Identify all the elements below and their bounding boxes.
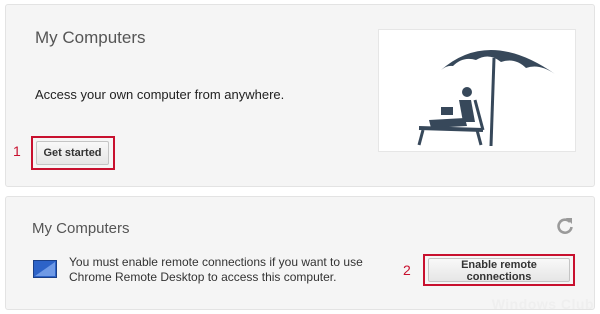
refresh-icon[interactable] xyxy=(556,217,574,235)
get-started-button[interactable]: Get started xyxy=(36,141,109,165)
annotation-number-2: 2 xyxy=(403,262,411,278)
annotation-number-1: 1 xyxy=(13,143,21,159)
enable-remote-connections-button[interactable]: Enable remote connections xyxy=(428,258,570,283)
remote-notice-text: You must enable remote connections if yo… xyxy=(69,255,363,284)
remote-title: My Computers xyxy=(32,220,130,237)
hero-illustration xyxy=(417,49,555,147)
access-description: Access your own computer from anywhere. xyxy=(35,87,285,102)
remote-card: My Computers You must enable remote conn… xyxy=(5,196,595,310)
watermark: Windows Club xyxy=(491,296,594,312)
access-title: My Computers xyxy=(35,28,146,47)
beach-umbrella-icon xyxy=(378,29,576,152)
monitor-icon xyxy=(33,260,57,278)
page: My Computers Access your own computer fr… xyxy=(0,0,600,314)
